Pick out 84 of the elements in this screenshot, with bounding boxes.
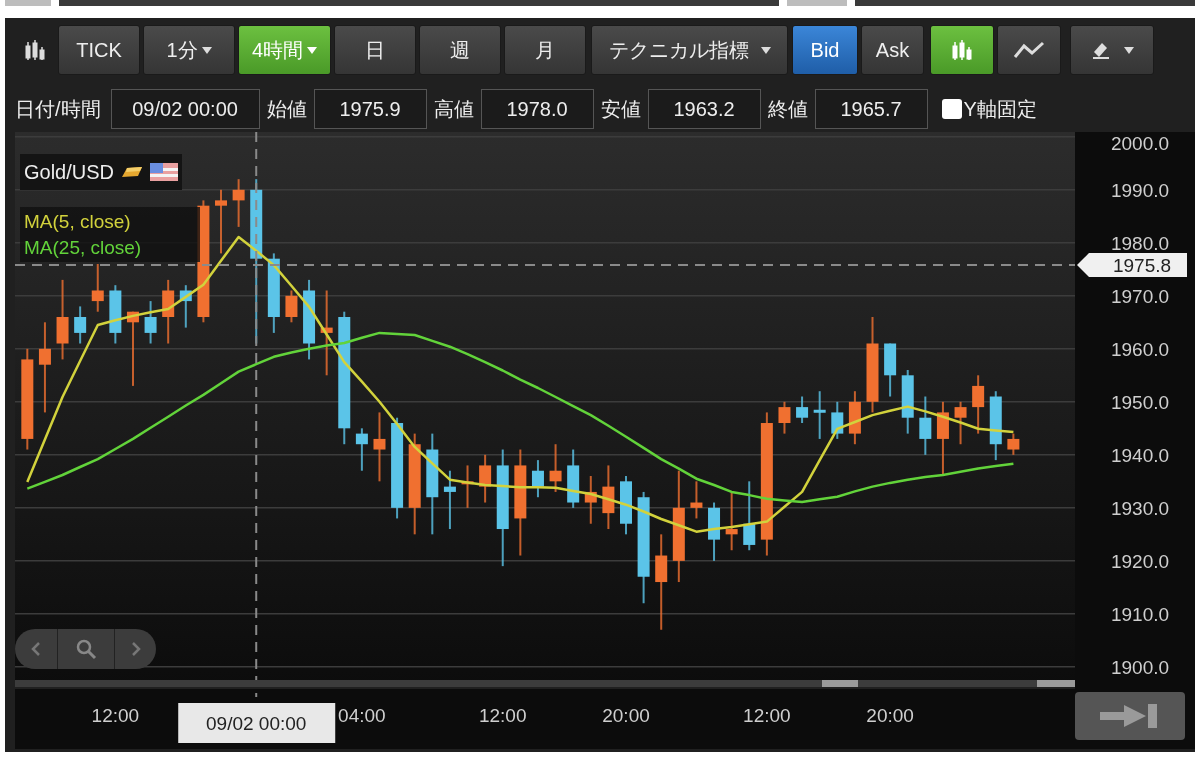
candlestick xyxy=(725,490,738,552)
field-label: 安値 xyxy=(600,97,641,122)
field-label: 高値 xyxy=(433,97,474,122)
jump-to-latest-button[interactable] xyxy=(1075,692,1185,740)
candlestick-chart-button[interactable] xyxy=(930,25,994,75)
field-label: 始値 xyxy=(266,97,307,122)
checkbox-label: Y軸固定 xyxy=(963,97,1037,122)
candlestick xyxy=(1007,432,1020,456)
axis-label: 1940.0 xyxy=(1110,444,1170,466)
axis-label: 2000.0 xyxy=(1110,133,1170,154)
candlestick xyxy=(74,305,87,345)
price-side-tab[interactable]: Ask xyxy=(861,25,924,75)
candlestick xyxy=(38,321,51,414)
candlestick xyxy=(743,480,756,552)
candlestick xyxy=(215,188,228,255)
axis-label: 20:00 xyxy=(602,705,650,726)
period-tab[interactable]: 1分 xyxy=(143,25,235,75)
axis-label: 04:00 xyxy=(338,705,386,726)
period-tab[interactable]: TICK xyxy=(58,25,140,75)
axis-label: 1910.0 xyxy=(1110,603,1170,625)
axis-label: 1950.0 xyxy=(1110,391,1170,413)
candlestick xyxy=(443,469,456,531)
value-field: 1978.0 xyxy=(480,89,594,129)
period-tab[interactable]: 週 xyxy=(419,25,501,75)
candlestick xyxy=(91,262,104,313)
checkbox[interactable] xyxy=(941,99,962,119)
candlestick xyxy=(479,453,492,504)
value-field: 1963.2 xyxy=(647,89,761,129)
value-field: 09/02 00:00 xyxy=(110,89,260,129)
candlestick-icon xyxy=(951,39,973,61)
period-tab[interactable]: 日 xyxy=(334,25,416,75)
candlestick xyxy=(972,374,985,435)
axis-label: 1920.0 xyxy=(1110,550,1170,572)
line-chart-button[interactable] xyxy=(997,25,1061,75)
candlestick xyxy=(954,400,967,446)
axis-label: 1900.0 xyxy=(1110,656,1170,678)
line-chart-icon xyxy=(1013,40,1045,60)
axis-label: 1980.0 xyxy=(1110,232,1170,254)
x-tick-label: 09/02 00:00 xyxy=(206,713,307,734)
candlestick-icon xyxy=(24,39,46,61)
price-marker: 1975.8 xyxy=(1077,253,1187,278)
candlestick xyxy=(285,289,298,324)
candlestick xyxy=(373,411,386,483)
field-label: 終値 xyxy=(767,97,808,122)
axis-label: 1960.0 xyxy=(1110,338,1170,360)
search-icon xyxy=(75,638,97,660)
candlestick xyxy=(531,459,544,499)
ingot-icon xyxy=(120,165,145,179)
caret-icon xyxy=(1124,46,1134,54)
axis-label: 1970.0 xyxy=(1110,285,1170,307)
candlestick xyxy=(232,178,245,228)
field-label: 日付/時間 xyxy=(15,97,101,122)
candlestick xyxy=(355,427,368,472)
legend-entry: MA(5, close) xyxy=(24,209,132,234)
eraser-icon xyxy=(1090,40,1112,60)
axis-label: 12:00 xyxy=(478,705,527,726)
chevron-right-icon xyxy=(130,641,141,657)
axis-label: 12:00 xyxy=(743,705,791,726)
indicator-dropdown[interactable]: テクニカル指標 xyxy=(591,25,788,75)
period-tab[interactable]: 月 xyxy=(504,25,586,75)
window-edge xyxy=(787,0,847,6)
candlestick xyxy=(144,300,157,345)
chevron-left-icon xyxy=(31,641,41,657)
candlestick xyxy=(778,400,791,435)
axis-label: 1990.0 xyxy=(1110,179,1170,201)
axis-label: 12:00 xyxy=(91,705,140,726)
crosshair-time-label: 09/02 00:00 xyxy=(178,703,336,743)
legend-entry: MA(25, close) xyxy=(24,235,143,260)
drawing-tool-dropdown[interactable] xyxy=(1070,25,1154,75)
candlestick xyxy=(813,390,826,440)
candlestick xyxy=(690,480,703,520)
ref-line-label: 1975.8 xyxy=(1112,255,1172,277)
price-side-tab[interactable]: Bid xyxy=(792,25,858,75)
symbol-name: Gold/USD xyxy=(24,160,115,185)
caret-icon xyxy=(760,46,771,54)
axis-label: 20:00 xyxy=(866,705,914,726)
candlestick xyxy=(919,395,932,456)
value-field: 1965.7 xyxy=(814,89,928,129)
axis-label: 1930.0 xyxy=(1110,497,1170,519)
window-edge xyxy=(5,0,51,6)
value-field: 1975.9 xyxy=(313,89,427,129)
candlestick xyxy=(549,443,562,493)
candlestick xyxy=(796,395,809,425)
flag-icon xyxy=(150,163,179,181)
